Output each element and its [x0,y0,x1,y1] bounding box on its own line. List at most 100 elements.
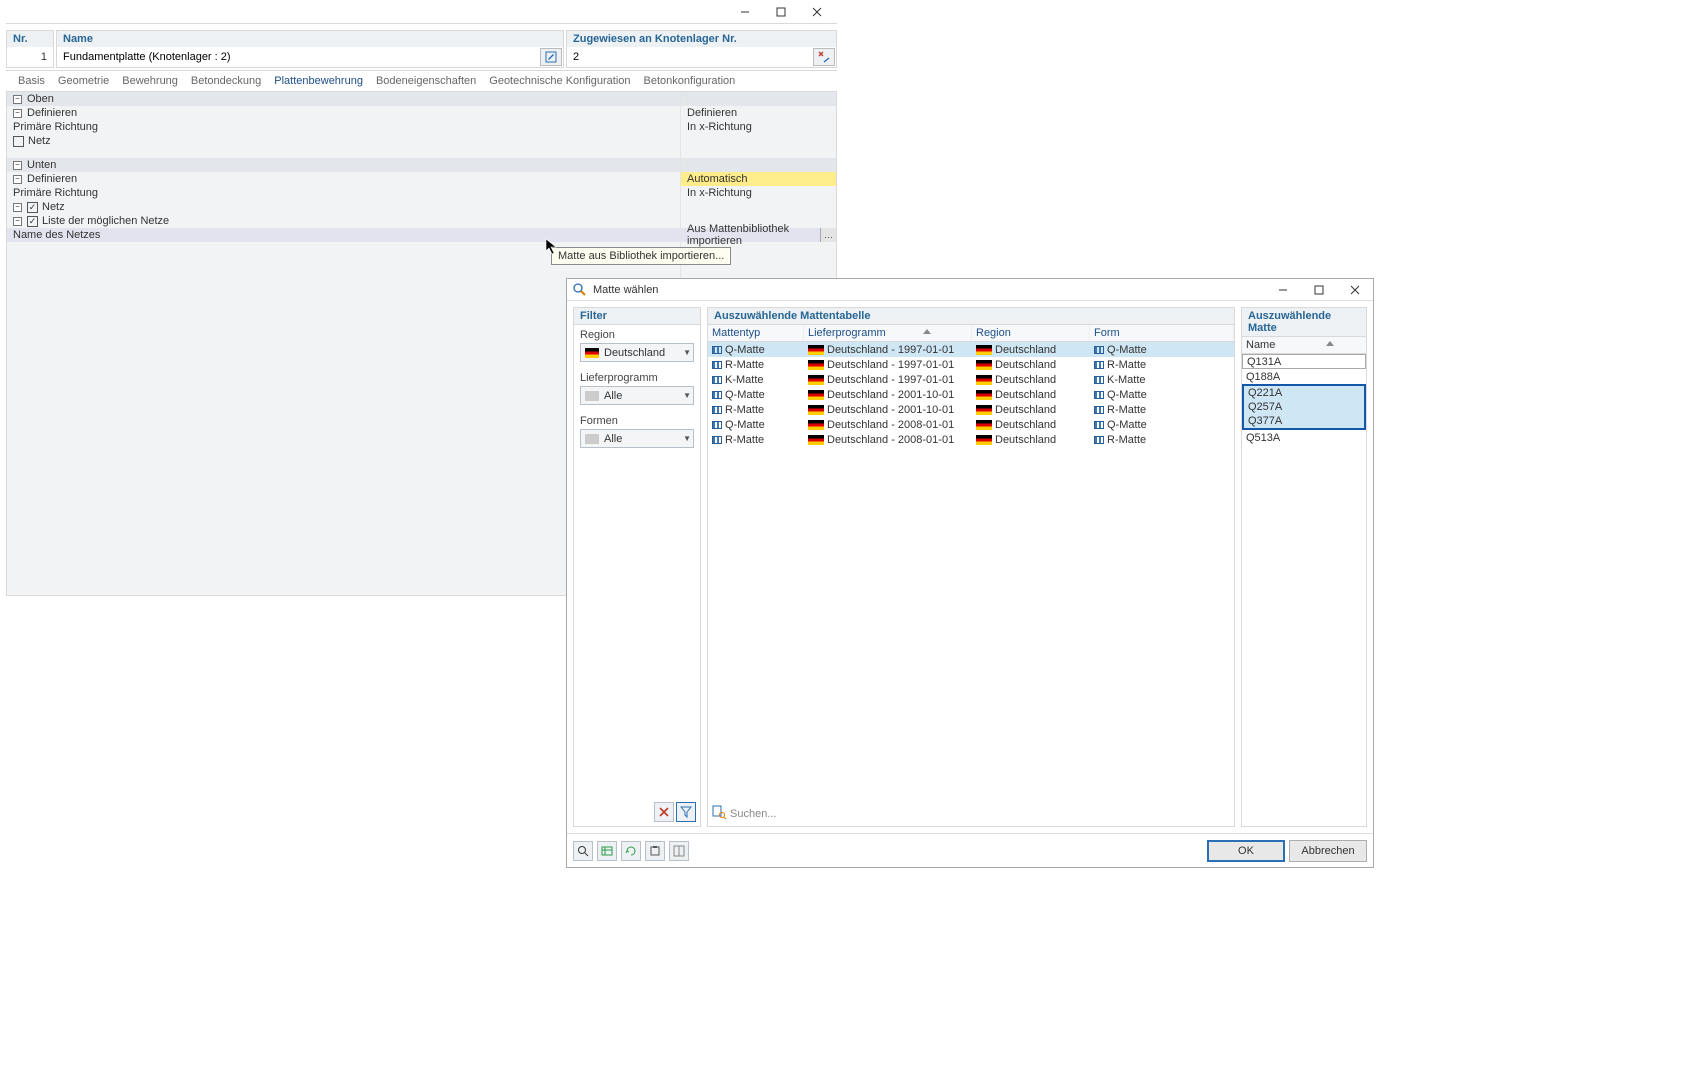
row-netz-oben[interactable]: Netz [28,135,51,147]
assign-pick-button[interactable] [813,48,835,66]
tab-bodeneigenschaften[interactable]: Bodeneigenschaften [376,75,476,87]
filter-clear-button[interactable] [654,802,674,822]
matte-icon [712,436,722,444]
name-row[interactable]: Q131A [1242,354,1366,369]
val-inx-unten[interactable]: In x-Richtung [687,187,752,199]
filter-liefer-combo[interactable]: Alle ▼ [580,386,694,405]
row-prim-unten[interactable]: Primäre Richtung [13,187,98,199]
foot-tool-4[interactable] [645,841,665,861]
filter-region-combo[interactable]: Deutschland ▼ [580,343,694,362]
row-liste[interactable]: Liste der möglichen Netze [42,215,169,227]
flag-de-icon [976,360,992,370]
chevron-down-icon: ▼ [683,348,691,357]
matte-icon [712,346,722,354]
dlg-minimize-button[interactable] [1265,279,1301,301]
filter-region-label: Region [574,325,700,341]
tab-betondeckung[interactable]: Betondeckung [191,75,261,87]
cancel-button[interactable]: Abbrechen [1289,840,1367,862]
tab-basis[interactable]: Basis [18,75,45,87]
assigned-input[interactable] [567,48,813,66]
filter-formen-combo[interactable]: Alle ▼ [580,429,694,448]
edit-name-button[interactable] [540,48,562,66]
flag-de-icon [976,405,992,415]
flag-de-icon [976,420,992,430]
foot-tool-5[interactable] [669,841,689,861]
dialog-title: Matte wählen [593,284,1265,296]
dialog-icon [573,283,587,297]
import-browse-button[interactable]: … [820,228,836,242]
val-import[interactable]: Aus Mattenbibliothek importieren [687,223,830,247]
table-row[interactable]: R-MatteDeutschland - 2001-10-01Deutschla… [708,402,1234,417]
search-input[interactable]: Suchen... [730,808,776,820]
chevron-down-icon: ▼ [683,391,691,400]
table-row[interactable]: Q-MatteDeutschland - 2001-10-01Deutschla… [708,387,1234,402]
filter-formen-value: Alle [604,433,622,445]
expand-unten[interactable]: − [13,161,22,170]
tab-geotechnisch[interactable]: Geotechnische Konfiguration [489,75,630,87]
close-button[interactable] [799,1,835,23]
matte-icon [1094,391,1104,399]
cbx-liste[interactable]: ✓ [27,216,38,227]
row-definieren[interactable]: Definieren [27,107,77,119]
cbx-netz-unten[interactable]: ✓ [27,202,38,213]
filter-header: Filter [574,308,700,325]
th-mattentyp[interactable]: Mattentyp [708,325,804,341]
name-input[interactable] [57,48,540,66]
name-label: Name [57,31,563,47]
name-row[interactable]: Q513A [1242,430,1366,445]
table-header: Auszuwählende Mattentabelle [708,308,1234,325]
minimize-button[interactable] [727,1,763,23]
th-region[interactable]: Region [972,325,1090,341]
table-row[interactable]: R-MatteDeutschland - 2008-01-01Deutschla… [708,432,1234,447]
flag-de-icon [808,375,824,385]
name-selection-group[interactable]: Q221A Q257A Q377A [1242,384,1366,430]
row-netz-unten[interactable]: Netz [42,201,65,213]
flag-de-icon [976,345,992,355]
row-prim-oben[interactable]: Primäre Richtung [13,121,98,133]
table-row[interactable]: Q-MatteDeutschland - 2008-01-01Deutschla… [708,417,1234,432]
table-row[interactable]: R-MatteDeutschland - 1997-01-01Deutschla… [708,357,1234,372]
flag-de-icon [808,435,824,445]
name-row[interactable]: Q188A [1242,369,1366,384]
flag-de-icon [808,360,824,370]
section-oben: Oben [27,93,54,105]
section-unten: Unten [27,159,56,171]
filter-apply-button[interactable] [676,802,696,822]
foot-tool-2[interactable] [597,841,617,861]
val-definieren-oben[interactable]: Definieren [687,107,737,119]
th-lieferprogramm[interactable]: Lieferprogramm [804,325,972,341]
expand-netz-unten[interactable]: − [13,203,22,212]
val-auto[interactable]: Automatisch [687,173,748,185]
val-inx-oben[interactable]: In x-Richtung [687,121,752,133]
placeholder-icon [585,434,599,444]
matte-icon [712,391,722,399]
maximize-button[interactable] [763,1,799,23]
tab-plattenbewehrung[interactable]: Plattenbewehrung [274,75,363,87]
table-row[interactable]: K-MatteDeutschland - 1997-01-01Deutschla… [708,372,1234,387]
matte-icon [1094,406,1104,414]
placeholder-icon [585,391,599,401]
expand-oben[interactable]: − [13,95,22,104]
th-form[interactable]: Form [1090,325,1234,341]
foot-tool-1[interactable] [573,841,593,861]
th-name[interactable]: Name [1246,339,1275,351]
expand-unten-def[interactable]: − [13,175,22,184]
expand-liste[interactable]: − [13,217,22,226]
table-row[interactable]: Q-MatteDeutschland - 1997-01-01Deutschla… [708,342,1234,357]
foot-tool-3[interactable] [621,841,641,861]
dlg-close-button[interactable] [1337,279,1373,301]
tab-bewehrung[interactable]: Bewehrung [122,75,178,87]
expand-oben-def[interactable]: − [13,109,22,118]
tab-betonkonfig[interactable]: Betonkonfiguration [644,75,736,87]
filter-region-value: Deutschland [604,347,665,359]
row-definieren-u[interactable]: Definieren [27,173,77,185]
ok-button[interactable]: OK [1207,840,1285,862]
chevron-down-icon: ▼ [683,434,691,443]
flag-de-icon [808,420,824,430]
nr-label: Nr. [7,31,53,47]
flag-de-icon [808,390,824,400]
cbx-netz-oben[interactable] [13,136,24,147]
tab-geometrie[interactable]: Geometrie [58,75,109,87]
dlg-maximize-button[interactable] [1301,279,1337,301]
row-name-netz[interactable]: Name des Netzes [13,229,100,241]
